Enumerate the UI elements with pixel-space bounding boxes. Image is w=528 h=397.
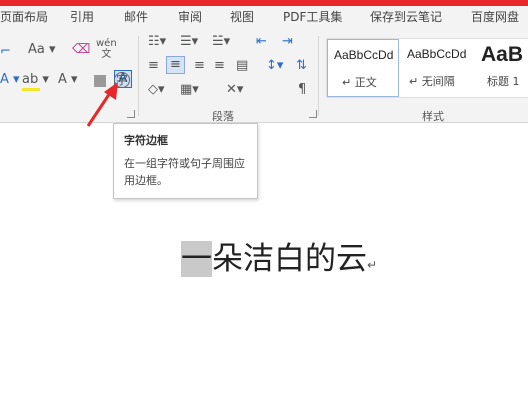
- paragraph-mark: ↵: [367, 258, 378, 272]
- font-dialog-launcher[interactable]: [127, 110, 135, 118]
- tab-view[interactable]: 视图: [230, 8, 254, 25]
- group-separator: [318, 36, 319, 116]
- tooltip-title: 字符边框: [124, 134, 168, 147]
- highlight-color-swatch: [22, 88, 40, 91]
- group-separator: [138, 36, 139, 116]
- style-name: ↵ 无间隔: [409, 75, 455, 88]
- styles-gallery: AaBbCcDd ↵ 正文 AaBbCcDd ↵ 无间隔 AaB 标题 1: [326, 38, 528, 98]
- highlight-color-button[interactable]: ab ▾: [22, 72, 49, 88]
- multilevel-list-icon[interactable]: ☱▾: [212, 34, 230, 50]
- style-sample: AaB: [481, 43, 524, 66]
- tooltip: 字符边框 在一组字符或句子周围应用边框。: [113, 123, 258, 199]
- clear-formatting-icon[interactable]: ⌫: [72, 42, 90, 58]
- chinese-layout-icon[interactable]: ✕▾: [226, 82, 243, 98]
- style-name: ↵ 正文: [342, 76, 377, 89]
- paragraph-dialog-launcher[interactable]: [309, 110, 317, 118]
- paragraph-group-label: 段落: [212, 110, 234, 123]
- text-effects-icon[interactable]: A ▾: [0, 72, 20, 88]
- line-spacing-icon[interactable]: ↕▾: [266, 58, 283, 74]
- tab-save-cloud-notes[interactable]: 保存到云笔记: [370, 8, 442, 25]
- decrease-indent-icon[interactable]: ⇤: [256, 34, 267, 50]
- align-right-icon[interactable]: ≡: [194, 58, 205, 74]
- style-normal[interactable]: AaBbCcDd ↵ 正文: [327, 39, 399, 97]
- tab-mailings[interactable]: 邮件: [124, 8, 148, 25]
- styles-group-label: 样式: [422, 110, 444, 123]
- numbering-icon[interactable]: ☰▾: [180, 34, 198, 50]
- style-no-spacing[interactable]: AaBbCcDd ↵ 无间隔: [401, 39, 471, 95]
- tab-baidu-netdisk[interactable]: 百度网盘: [471, 8, 519, 25]
- align-left-icon[interactable]: ≡: [148, 58, 159, 74]
- tooltip-description: 在一组字符或句子周围应用边框。: [124, 157, 245, 187]
- justify-icon[interactable]: ≡: [214, 58, 225, 74]
- selected-text[interactable]: 一: [181, 241, 212, 277]
- font-color-button[interactable]: A ▾: [58, 72, 78, 88]
- font-decrease-icon[interactable]: ⌐: [0, 44, 11, 60]
- change-case-button[interactable]: Aa ▾: [28, 42, 56, 58]
- shading-icon[interactable]: ◇▾: [148, 82, 165, 98]
- style-heading-1[interactable]: AaB 标题 1: [475, 39, 528, 95]
- ribbon-tabs: 页面布局 引用 邮件 审阅 视图 PDF工具集 保存到云笔记 百度网盘: [0, 6, 528, 28]
- distributed-icon[interactable]: ▤: [236, 58, 248, 74]
- ribbon: ⌐ Aa ▾ ⌫ wén 文 A A ▾ ab ▾ A ▾ 字 ☷▾ ☰▾ ☱▾ …: [0, 28, 528, 127]
- tab-page-layout[interactable]: 页面布局: [0, 8, 48, 25]
- tab-pdf-tools[interactable]: PDF工具集: [283, 8, 342, 25]
- align-center-icon[interactable]: ≡: [166, 56, 185, 74]
- style-sample: AaBbCcDd: [407, 47, 467, 61]
- document-text-line[interactable]: 一朵洁白的云↵: [181, 240, 377, 280]
- document-text[interactable]: 朵洁白的云: [212, 241, 367, 277]
- tab-review[interactable]: 审阅: [178, 8, 202, 25]
- style-name: 标题 1: [487, 75, 520, 88]
- sort-icon[interactable]: ⇅: [296, 58, 307, 74]
- bullets-icon[interactable]: ☷▾: [148, 34, 166, 50]
- borders-icon[interactable]: ▦▾: [180, 82, 199, 98]
- increase-indent-icon[interactable]: ⇥: [282, 34, 293, 50]
- tab-references[interactable]: 引用: [70, 8, 94, 25]
- phonetic-guide-button[interactable]: wén 文: [96, 38, 117, 60]
- style-sample: AaBbCcDd: [334, 48, 394, 62]
- show-hide-marks-icon[interactable]: ¶: [298, 82, 306, 98]
